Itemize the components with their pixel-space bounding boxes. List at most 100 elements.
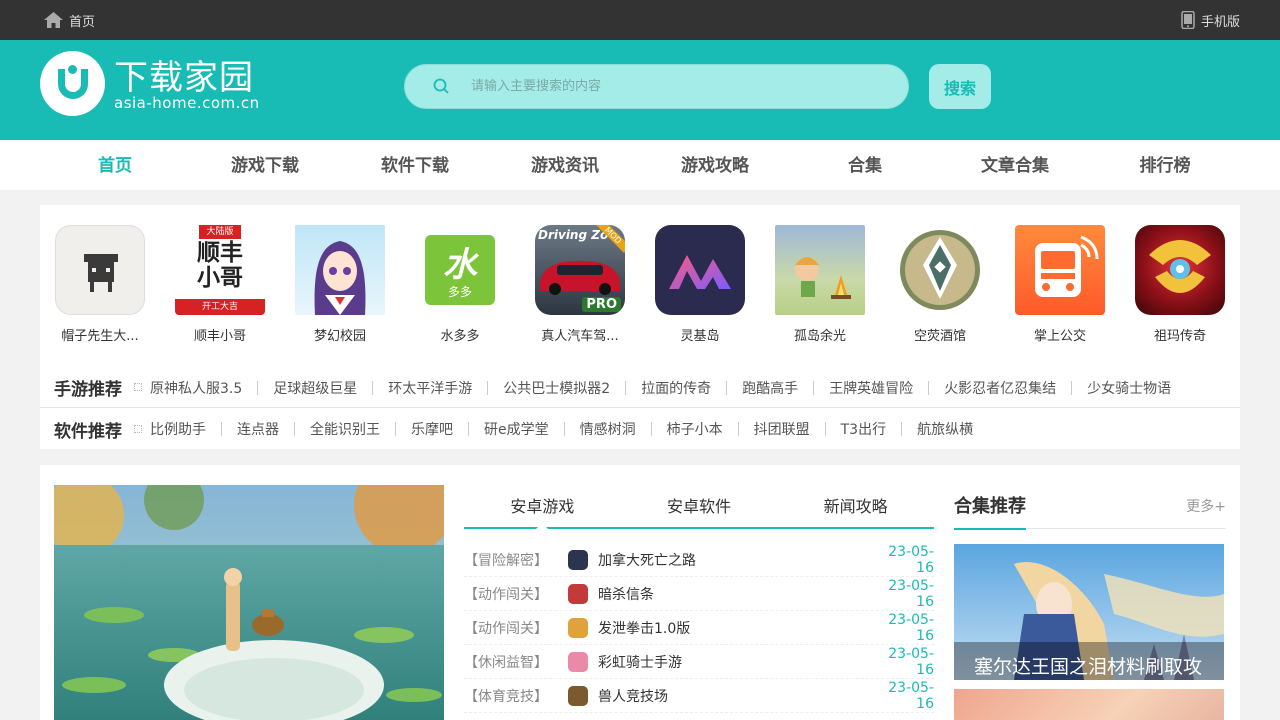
- news-title[interactable]: 兽人竞技场: [598, 686, 872, 706]
- nav-item-game-download[interactable]: 游戏下载: [190, 140, 340, 190]
- mobile-version-link[interactable]: 手机版: [1181, 0, 1240, 40]
- app-item[interactable]: 空荧酒馆: [880, 225, 1000, 344]
- app-item[interactable]: Driving Zo MOD PRO 真人汽车驾...: [520, 225, 640, 344]
- news-title[interactable]: 加拿大死亡之路: [598, 550, 872, 570]
- nav-item-rankings[interactable]: 排行榜: [1090, 140, 1240, 190]
- app-item[interactable]: 祖玛传奇: [1120, 225, 1240, 344]
- tab-android-software[interactable]: 安卓软件: [621, 485, 778, 527]
- app-item[interactable]: 灵基岛: [640, 225, 760, 344]
- featured-banner-image[interactable]: [54, 485, 444, 720]
- app-item[interactable]: 孤岛余光: [760, 225, 880, 344]
- soft-rec-link[interactable]: 全能识别王: [310, 419, 380, 439]
- home-link[interactable]: 首页: [44, 0, 95, 40]
- news-date: 23-05-16: [888, 679, 934, 712]
- tab-android-games[interactable]: 安卓游戏: [464, 485, 621, 529]
- mountain-logo-icon: [655, 225, 745, 315]
- campfire-icon: [775, 225, 865, 315]
- app-item[interactable]: 掌上公交: [1000, 225, 1120, 344]
- game-rec-link[interactable]: 拉面的传奇: [641, 378, 711, 398]
- list-item[interactable]: 【体育竞技】 兽人竞技场 23-05-16: [464, 679, 934, 713]
- news-title[interactable]: 彩虹骑士手游: [598, 652, 872, 672]
- logo-title[interactable]: 下载家园: [114, 50, 254, 99]
- news-title[interactable]: 暗杀信条: [598, 584, 872, 604]
- game-rec-link[interactable]: 足球超级巨星: [273, 378, 357, 398]
- anime-girl-icon: [295, 225, 385, 315]
- news-category: 【冒险解密】: [464, 552, 548, 569]
- app-item[interactable]: 大陆版 顺丰 小哥 开工大吉 顺丰小哥: [160, 225, 280, 344]
- news-date: 23-05-16: [888, 611, 934, 644]
- nav-item-game-news[interactable]: 游戏资讯: [490, 140, 640, 190]
- nav-item-article-collections[interactable]: 文章合集: [940, 140, 1090, 190]
- app-name: 顺丰小哥: [193, 329, 246, 344]
- mobile-version-label: 手机版: [1200, 14, 1240, 30]
- app-name: 掌上公交: [1033, 329, 1086, 344]
- game-rec-link[interactable]: 公共巴士模拟器2: [503, 378, 610, 398]
- car-icon: Driving Zo MOD PRO: [535, 225, 625, 315]
- search-button[interactable]: 搜索: [929, 64, 991, 109]
- search-icon: [433, 78, 449, 94]
- game-recommend-row: 手游推荐 原神私人服3.5 足球超级巨星 环太平洋手游 公共巴士模拟器2 拉面的…: [40, 368, 1240, 408]
- nav-item-software-download[interactable]: 软件下载: [340, 140, 490, 190]
- news-date: 23-05-16: [888, 645, 934, 678]
- news-title[interactable]: 发泄拳击1.0版: [598, 618, 872, 638]
- collection-card[interactable]: [954, 689, 1224, 720]
- phone-icon: [1181, 11, 1195, 29]
- soft-rec-link[interactable]: 航旅纵横: [917, 419, 973, 439]
- category-tabs: 安卓游戏 安卓软件 新闻攻略: [464, 485, 934, 529]
- home-icon: [44, 12, 63, 28]
- news-category: 【动作闯关】: [464, 586, 548, 603]
- nav-item-collections[interactable]: 合集: [790, 140, 940, 190]
- soft-rec-link[interactable]: 研e成学堂: [484, 419, 549, 439]
- news-date: 23-05-16: [888, 577, 934, 610]
- news-date: 23-05-16: [888, 543, 934, 576]
- news-category: 【动作闯关】: [464, 620, 548, 637]
- app-name: 祖玛传奇: [1153, 329, 1206, 344]
- collection-title: 合集推荐: [954, 485, 1026, 530]
- logo-icon[interactable]: [40, 51, 105, 116]
- search-box: [404, 64, 909, 109]
- collection-card[interactable]: 塞尔达王国之泪材料刷取攻: [954, 544, 1224, 680]
- soft-rec-link[interactable]: 乐摩吧: [411, 419, 453, 439]
- app-name: 孤岛余光: [793, 329, 846, 344]
- main-nav: 首页 游戏下载 软件下载 游戏资讯 游戏攻略 合集 文章合集 排行榜: [0, 140, 1280, 190]
- nav-item-game-guides[interactable]: 游戏攻略: [640, 140, 790, 190]
- app-item[interactable]: 水 多多 水多多: [400, 225, 520, 344]
- game-rec-link[interactable]: 王牌英雄冒险: [829, 378, 913, 398]
- shunfeng-icon: 大陆版 顺丰 小哥 开工大吉: [175, 225, 265, 315]
- soft-rec-link[interactable]: 比例助手: [150, 419, 206, 439]
- soft-rec-link[interactable]: T3出行: [841, 419, 886, 439]
- list-item[interactable]: 【动作闯关】 暗杀信条 23-05-16: [464, 577, 934, 611]
- list-item[interactable]: 【冒险解密】 加拿大死亡之路 23-05-16: [464, 543, 934, 577]
- game-rec-link[interactable]: 原神私人服3.5: [150, 378, 242, 398]
- tab-news-guides[interactable]: 新闻攻略: [777, 485, 934, 527]
- app-item[interactable]: 梦幻校园: [280, 225, 400, 344]
- app-item[interactable]: 帽子先生大...: [40, 225, 160, 344]
- more-link[interactable]: 更多+: [1186, 485, 1226, 529]
- app-name: 真人汽车驾...: [541, 329, 619, 344]
- soft-rec-link[interactable]: 连点器: [237, 419, 279, 439]
- soft-rec-link[interactable]: 情感树洞: [580, 419, 636, 439]
- game-recommend-title: 手游推荐: [40, 375, 150, 400]
- app-name: 梦幻校园: [313, 329, 366, 344]
- hat-man-icon: [55, 225, 145, 315]
- home-link-label: 首页: [69, 14, 96, 30]
- game-thumb-icon: [568, 685, 588, 706]
- app-name: 空荧酒馆: [913, 329, 966, 344]
- compass-icon: [895, 225, 985, 315]
- game-thumb-icon: [568, 617, 588, 638]
- bus-icon: [1015, 225, 1105, 315]
- game-rec-link[interactable]: 少女骑士物语: [1087, 378, 1171, 398]
- soft-rec-link[interactable]: 抖团联盟: [754, 419, 810, 439]
- list-item[interactable]: 【动作闯关】 发泄拳击1.0版 23-05-16: [464, 611, 934, 645]
- game-rec-link[interactable]: 环太平洋手游: [388, 378, 472, 398]
- nav-item-home[interactable]: 首页: [40, 140, 190, 190]
- list-item[interactable]: 【休闲益智】 彩虹骑士手游 23-05-16: [464, 645, 934, 679]
- site-header: 下载家园 asia-home.com.cn 搜索: [0, 40, 1280, 140]
- app-name: 帽子先生大...: [61, 329, 139, 344]
- game-rec-link[interactable]: 跑酷高手: [742, 378, 798, 398]
- search-input[interactable]: [471, 65, 891, 108]
- game-rec-link[interactable]: 火影忍者亿忍集结: [944, 378, 1056, 398]
- game-thumb-icon: [568, 549, 588, 570]
- soft-rec-link[interactable]: 柿子小本: [667, 419, 723, 439]
- software-recommend-row: 软件推荐 比例助手 连点器 全能识别王 乐摩吧 研e成学堂 情感树洞 柿子小本 …: [40, 409, 1240, 449]
